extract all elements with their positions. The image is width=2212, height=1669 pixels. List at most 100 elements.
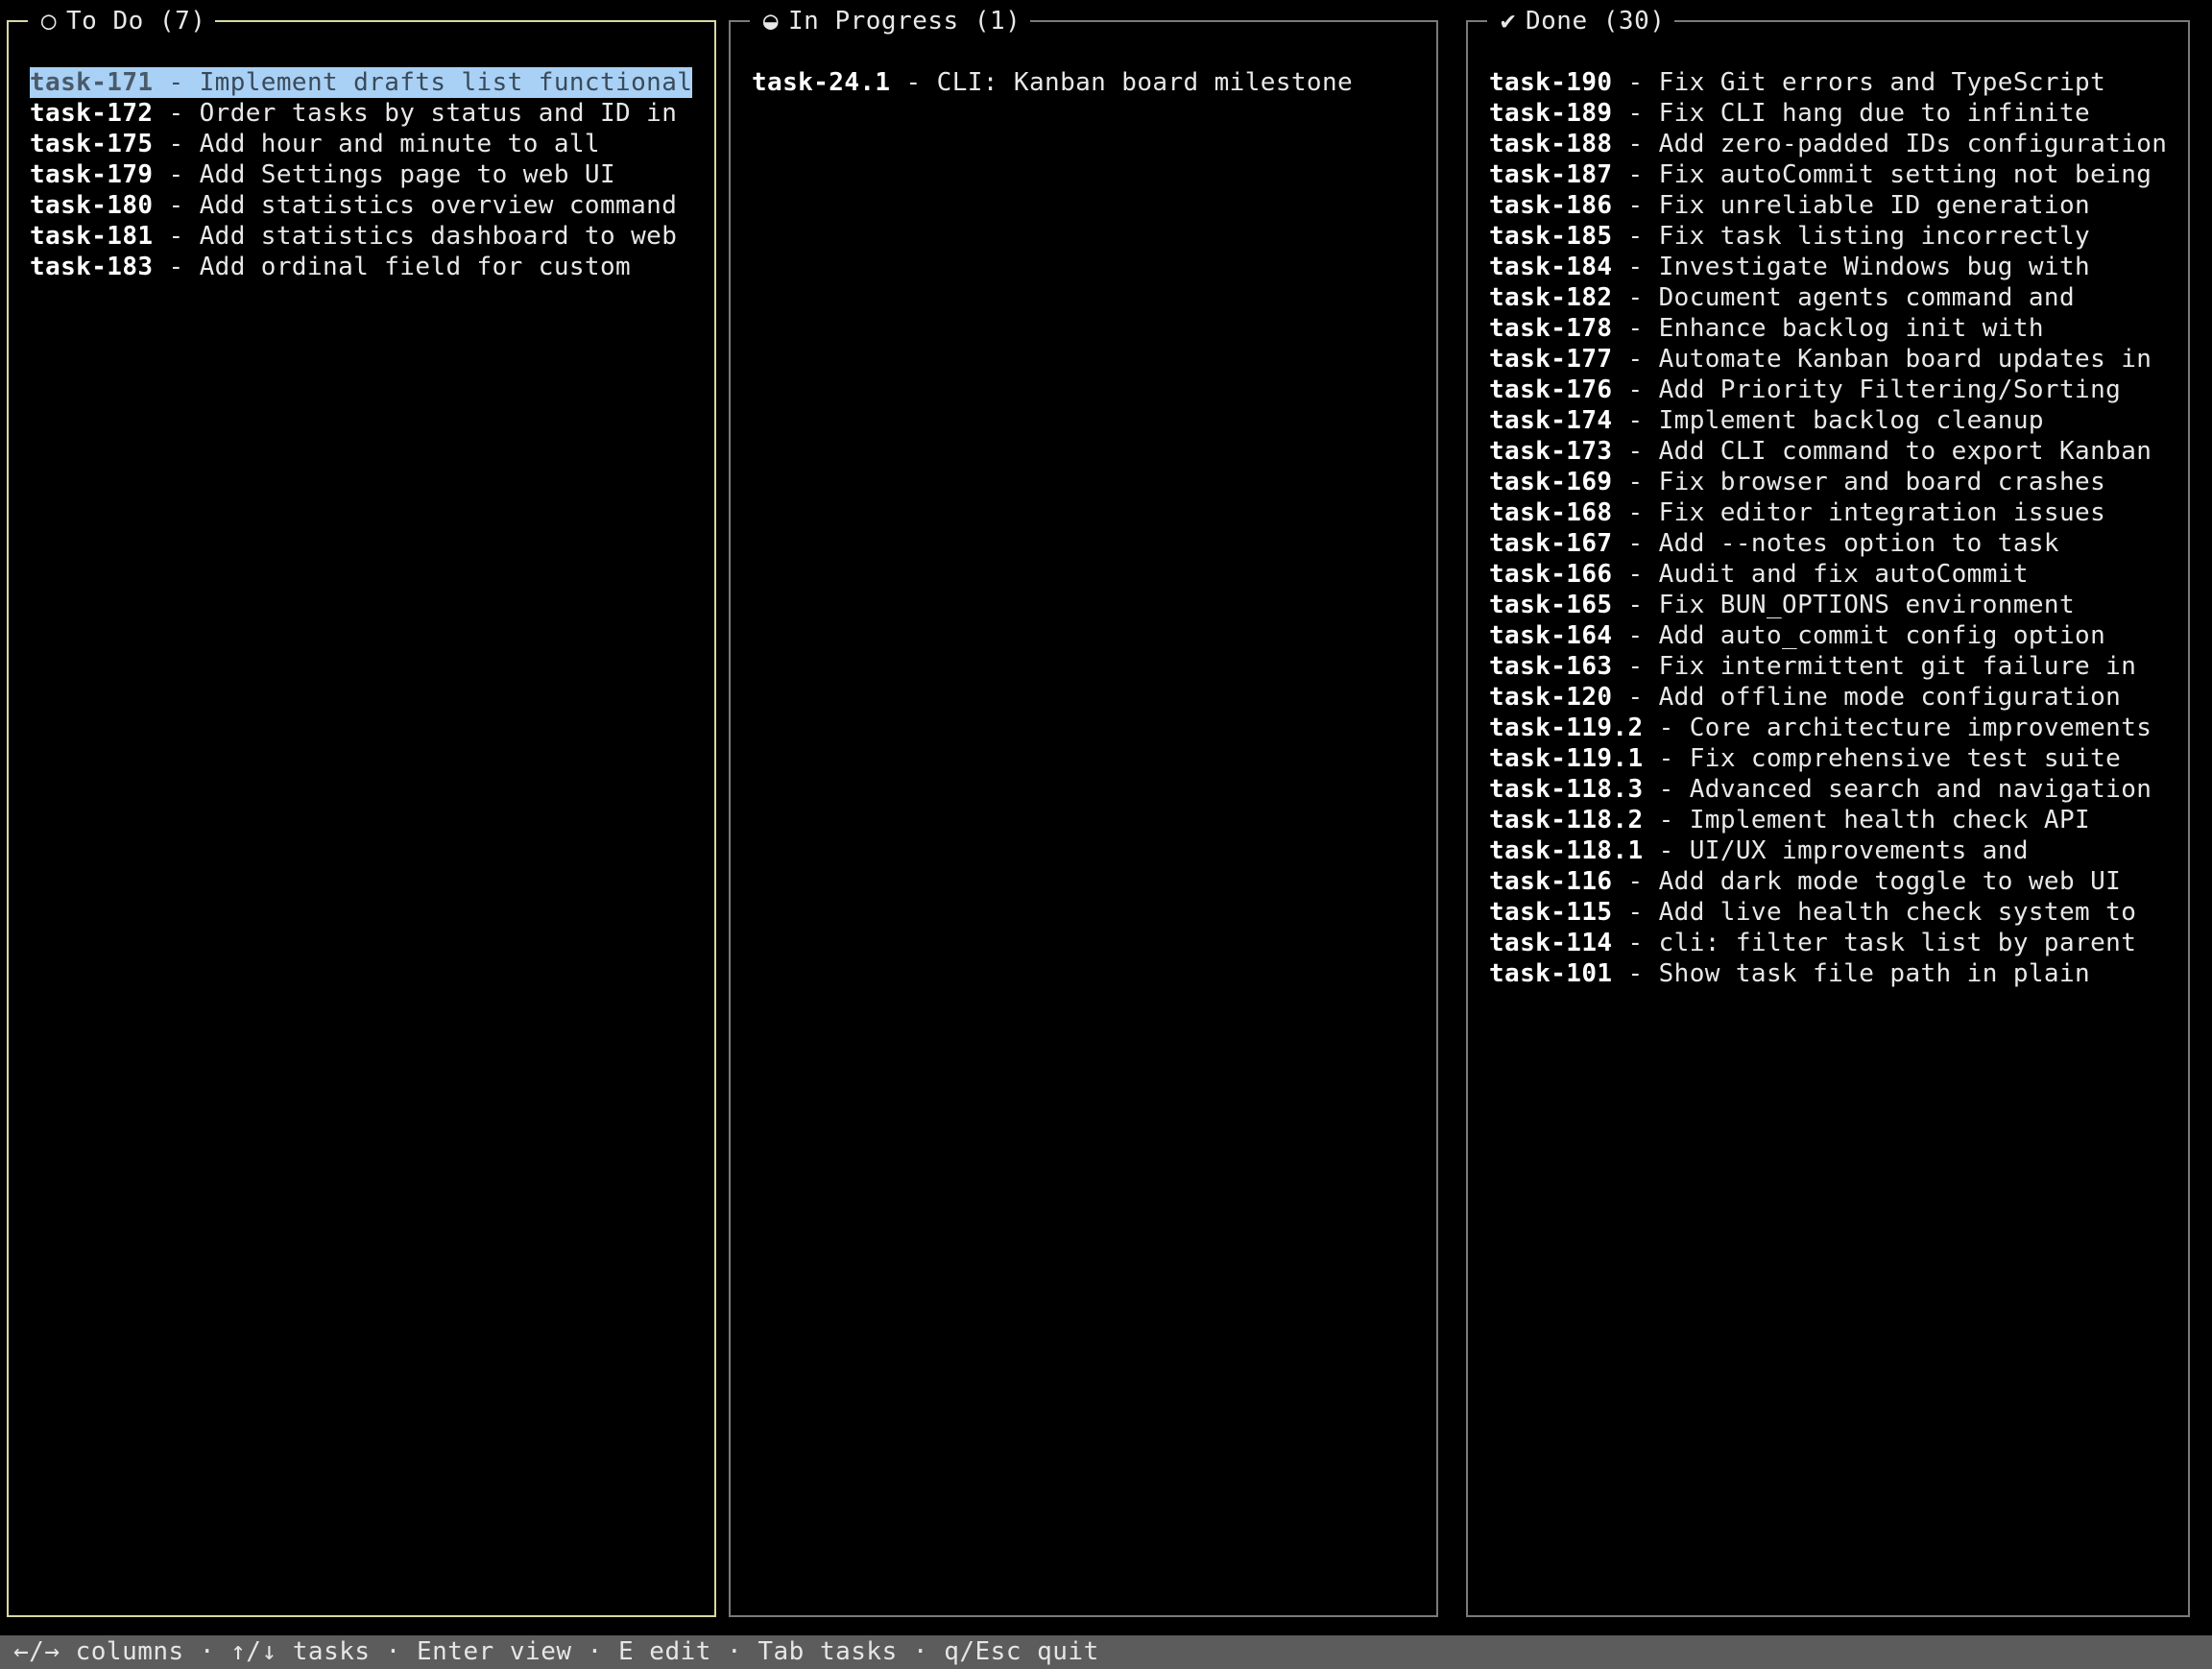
- column-title-in-progress: ◒ In Progress (1): [750, 7, 1031, 36]
- task-id: task-180: [30, 191, 154, 220]
- task-title: - Add Settings page to web UI: [153, 160, 616, 189]
- task-title: - Fix CLI hang due to infinite: [1612, 99, 2091, 128]
- task-title: - Automate Kanban board updates in: [1612, 345, 2152, 374]
- task-item-selected[interactable]: task-171 - Implement drafts list functio…: [30, 67, 693, 98]
- task-title: - Show task file path in plain: [1612, 959, 2091, 988]
- task-item[interactable]: task-189 - Fix CLI hang due to infinite: [1489, 98, 2090, 129]
- task-title: - Add --notes option to task: [1612, 529, 2059, 558]
- task-id: task-169: [1489, 468, 1613, 496]
- task-title: - Add CLI command to export Kanban: [1612, 437, 2152, 466]
- column-in-progress[interactable]: ◒ In Progress (1) task-24.1 - CLI: Kanban…: [729, 7, 1438, 1617]
- task-item[interactable]: task-114 - cli: filter task list by pare…: [1489, 928, 2136, 958]
- task-item[interactable]: task-179 - Add Settings page to web UI: [30, 159, 615, 190]
- task-item[interactable]: task-172 - Order tasks by status and ID …: [30, 98, 677, 129]
- task-list-todo: task-171 - Implement drafts list functio…: [30, 67, 705, 282]
- task-title: - cli: filter task list by parent: [1612, 929, 2137, 957]
- task-item[interactable]: task-173 - Add CLI command to export Kan…: [1489, 436, 2152, 467]
- task-title: - Add statistics dashboard to web: [153, 222, 678, 251]
- task-item[interactable]: task-190 - Fix Git errors and TypeScript: [1489, 67, 2105, 98]
- task-id: task-173: [1489, 437, 1613, 466]
- task-id: task-166: [1489, 560, 1613, 589]
- task-item[interactable]: task-188 - Add zero-padded IDs configura…: [1489, 129, 2167, 159]
- task-item[interactable]: task-186 - Fix unreliable ID generation: [1489, 190, 2090, 221]
- task-id: task-118.1: [1489, 836, 1644, 865]
- task-item[interactable]: task-163 - Fix intermittent git failure …: [1489, 651, 2136, 682]
- task-item[interactable]: task-167 - Add --notes option to task: [1489, 528, 2059, 559]
- task-title: - Enhance backlog init with: [1612, 314, 2044, 343]
- task-id: task-183: [30, 253, 154, 281]
- task-list-done: task-190 - Fix Git errors and TypeScript…: [1489, 67, 2178, 989]
- task-item[interactable]: task-120 - Add offline mode configuratio…: [1489, 682, 2121, 713]
- task-item[interactable]: task-176 - Add Priority Filtering/Sortin…: [1489, 375, 2121, 405]
- task-item[interactable]: task-164 - Add auto_commit config option: [1489, 620, 2105, 651]
- task-title: - Fix editor integration issues: [1612, 498, 2106, 527]
- task-title: - Implement drafts list functional: [153, 68, 693, 97]
- task-item[interactable]: task-118.3 - Advanced search and navigat…: [1489, 774, 2152, 805]
- task-id: task-114: [1489, 929, 1613, 957]
- task-title: - Document agents command and: [1612, 283, 2076, 312]
- task-title: - Fix Git errors and TypeScript: [1612, 68, 2106, 97]
- key-hints-status-bar: ←/→ columns · ↑/↓ tasks · Enter view · E…: [0, 1635, 2212, 1669]
- task-id: task-24.1: [752, 68, 891, 97]
- task-id: task-120: [1489, 683, 1613, 712]
- task-item[interactable]: task-185 - Fix task listing incorrectly: [1489, 221, 2090, 252]
- task-title: - Fix unreliable ID generation: [1612, 191, 2091, 220]
- task-list-in-progress: task-24.1 - CLI: Kanban board milestone: [752, 67, 1427, 98]
- task-title: - Fix comprehensive test suite: [1643, 744, 2122, 773]
- task-title: - Order tasks by status and ID in: [153, 99, 678, 128]
- task-item[interactable]: task-182 - Document agents command and: [1489, 282, 2075, 313]
- task-id: task-176: [1489, 375, 1613, 404]
- task-id: task-116: [1489, 867, 1613, 896]
- task-id: task-178: [1489, 314, 1613, 343]
- task-item[interactable]: task-24.1 - CLI: Kanban board milestone: [752, 67, 1353, 98]
- column-title-done: ✔ Done (30): [1487, 7, 1675, 36]
- column-todo[interactable]: ○ To Do (7) task-171 - Implement drafts l…: [7, 7, 716, 1617]
- task-id: task-189: [1489, 99, 1613, 128]
- task-id: task-118.2: [1489, 806, 1644, 834]
- column-done[interactable]: ✔ Done (30) task-190 - Fix Git errors and…: [1466, 7, 2190, 1617]
- task-title: - Add dark mode toggle to web UI: [1612, 867, 2122, 896]
- task-id: task-119.2: [1489, 714, 1644, 742]
- task-id: task-179: [30, 160, 154, 189]
- task-item[interactable]: task-168 - Fix editor integration issues: [1489, 497, 2105, 528]
- task-item[interactable]: task-165 - Fix BUN_OPTIONS environment: [1489, 590, 2075, 620]
- task-item[interactable]: task-118.2 - Implement health check API: [1489, 805, 2090, 835]
- task-id: task-115: [1489, 898, 1613, 927]
- task-item[interactable]: task-101 - Show task file path in plain: [1489, 958, 2090, 989]
- task-item[interactable]: task-183 - Add ordinal field for custom: [30, 252, 631, 282]
- task-id: task-187: [1489, 160, 1613, 189]
- task-id: task-185: [1489, 222, 1613, 251]
- task-id: task-186: [1489, 191, 1613, 220]
- task-id: task-171: [30, 68, 154, 97]
- task-title: - Add ordinal field for custom: [153, 253, 632, 281]
- task-item[interactable]: task-184 - Investigate Windows bug with: [1489, 252, 2090, 282]
- task-title: - Core architecture improvements: [1643, 714, 2152, 742]
- task-item[interactable]: task-119.1 - Fix comprehensive test suit…: [1489, 743, 2121, 774]
- task-id: task-174: [1489, 406, 1613, 435]
- task-id: task-172: [30, 99, 154, 128]
- task-id: task-168: [1489, 498, 1613, 527]
- task-id: task-182: [1489, 283, 1613, 312]
- task-id: task-101: [1489, 959, 1613, 988]
- task-title: - Add zero-padded IDs configuration: [1612, 130, 2168, 158]
- task-item[interactable]: task-166 - Audit and fix autoCommit: [1489, 559, 2029, 590]
- task-item[interactable]: task-181 - Add statistics dashboard to w…: [30, 221, 677, 252]
- half-circle-icon: ◒: [762, 7, 780, 36]
- task-title: - Investigate Windows bug with: [1612, 253, 2091, 281]
- task-item[interactable]: task-174 - Implement backlog cleanup: [1489, 405, 2044, 436]
- task-item[interactable]: task-178 - Enhance backlog init with: [1489, 313, 2044, 344]
- task-item[interactable]: task-118.1 - UI/UX improvements and: [1489, 835, 2029, 866]
- column-title-todo: ○ To Do (7): [28, 7, 216, 36]
- task-title: - Fix BUN_OPTIONS environment: [1612, 591, 2076, 619]
- task-item[interactable]: task-175 - Add hour and minute to all: [30, 129, 600, 159]
- task-id: task-181: [30, 222, 154, 251]
- task-item[interactable]: task-119.2 - Core architecture improveme…: [1489, 713, 2152, 743]
- task-item[interactable]: task-187 - Fix autoCommit setting not be…: [1489, 159, 2152, 190]
- task-item[interactable]: task-180 - Add statistics overview comma…: [30, 190, 677, 221]
- checkmark-icon: ✔: [1500, 7, 1517, 36]
- task-item[interactable]: task-177 - Automate Kanban board updates…: [1489, 344, 2152, 375]
- task-item[interactable]: task-115 - Add live health check system …: [1489, 897, 2136, 928]
- task-item[interactable]: task-116 - Add dark mode toggle to web U…: [1489, 866, 2121, 897]
- task-item[interactable]: task-169 - Fix browser and board crashes: [1489, 467, 2105, 497]
- task-title: - Add offline mode configuration: [1612, 683, 2122, 712]
